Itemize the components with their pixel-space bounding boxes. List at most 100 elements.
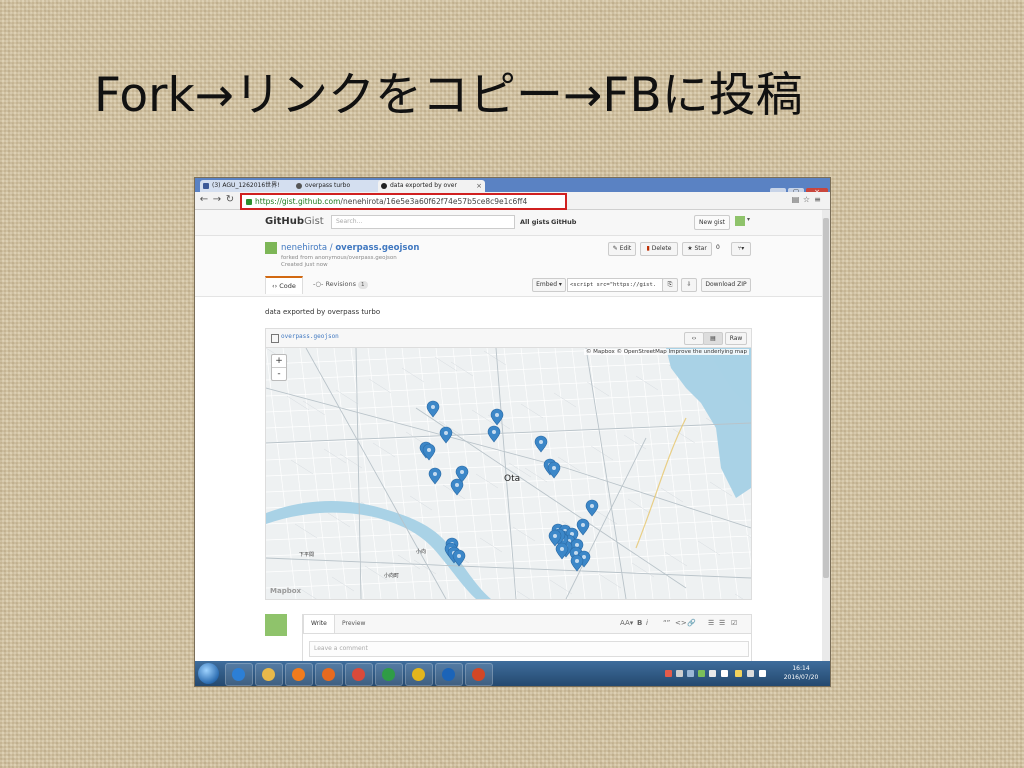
link-icon[interactable]: 🔗: [687, 619, 696, 627]
windows-taskbar: 16:14 2016/07/20: [195, 661, 830, 686]
map-city-label: Ota: [504, 474, 521, 484]
raw-button[interactable]: Raw: [725, 332, 747, 345]
forward-icon[interactable]: →: [211, 194, 223, 206]
desktop-button[interactable]: ⇩: [681, 278, 697, 292]
forked-from-text[interactable]: forked from anonymous/overpass.geojson: [281, 255, 397, 261]
zoom-out-button[interactable]: -: [272, 368, 286, 380]
comment-tabs: Write Preview AA▾ B i “” <> 🔗 ☰ ☰ ☑: [303, 615, 751, 634]
taskbar-firefox-icon[interactable]: [315, 663, 343, 686]
reload-icon[interactable]: ↻: [224, 194, 236, 206]
embed-dropdown[interactable]: Embed ▾: [532, 278, 566, 292]
back-icon[interactable]: ←: [198, 194, 210, 206]
italic-icon[interactable]: i: [646, 619, 648, 627]
taskbar-chrome-icon[interactable]: [405, 663, 433, 686]
close-icon[interactable]: ×: [476, 180, 482, 192]
taskbar-chrome-icon[interactable]: [345, 663, 373, 686]
page-scrollbar[interactable]: [822, 210, 830, 661]
search-input[interactable]: Search...: [331, 215, 515, 229]
github-gist-logo[interactable]: GitHubGist: [265, 216, 324, 227]
zoom-control: + -: [271, 354, 287, 381]
lock-icon: [246, 199, 252, 205]
comment-textarea[interactable]: Leave a comment: [309, 641, 749, 657]
menu-icon[interactable]: ≡: [813, 195, 822, 204]
tab-write[interactable]: Write: [303, 615, 335, 633]
source-view-button[interactable]: ‹›: [684, 332, 704, 345]
facebook-icon: [203, 183, 209, 189]
volume-icon[interactable]: [759, 670, 766, 677]
tray-icon[interactable]: [698, 670, 705, 677]
file-name-link[interactable]: overpass.geojson: [281, 333, 339, 340]
url-path: /nenehirota/16e5e3a60f62f74e57b5ce8c9e1c…: [340, 197, 528, 206]
scrollbar-thumb[interactable]: [823, 218, 829, 578]
map-marker-dot: [539, 440, 543, 444]
browser-tab-overpass[interactable]: overpass turbo ×: [293, 180, 387, 192]
tray-icon[interactable]: [735, 670, 742, 677]
browser-toolbar: ← → ↻ https://gist.github.com/nenehirota…: [195, 192, 830, 210]
code-icon[interactable]: <>: [675, 619, 687, 627]
tray-icon[interactable]: [687, 670, 694, 677]
text-size-icon[interactable]: AA▾: [620, 619, 633, 627]
github-link[interactable]: GitHub: [551, 218, 576, 226]
tray-icon[interactable]: [665, 670, 672, 677]
map-marker-dot: [552, 466, 556, 470]
address-bar[interactable]: https://gist.github.com/nenehirota/16e5e…: [240, 193, 567, 210]
taskbar-media-player-icon[interactable]: [285, 663, 313, 686]
map-place-label: 小向: [416, 549, 427, 555]
tab-revisions[interactable]: -○- Revisions 1: [307, 276, 374, 292]
map-marker-dot: [575, 559, 579, 563]
taskbar-folder-icon[interactable]: [255, 663, 283, 686]
taskbar-powerpoint-icon[interactable]: [465, 663, 493, 686]
tray-icon[interactable]: [747, 670, 754, 677]
browser-tab-facebook[interactable]: (3) AGU_1262016世界! ×: [200, 180, 302, 192]
task-list-icon[interactable]: ☑: [731, 619, 737, 627]
map-marker-dot: [574, 551, 578, 555]
tray-icon[interactable]: [709, 670, 716, 677]
embed-code-field[interactable]: <script src="https://gist.: [567, 278, 663, 292]
map-marker-dot: [455, 483, 459, 487]
map-marker-dot: [560, 547, 564, 551]
chrome-icon: [352, 668, 365, 681]
gist-name-link[interactable]: overpass.geojson: [335, 243, 419, 253]
map-attribution[interactable]: © Mapbox © OpenStreetMap Improve the und…: [583, 349, 749, 355]
gist-title: nenehirota / overpass.geojson: [281, 243, 420, 253]
map-marker-dot: [431, 405, 435, 409]
new-gist-button[interactable]: New gist: [694, 215, 730, 230]
chevron-down-icon[interactable]: ▾: [747, 216, 750, 223]
browser-tab-gist[interactable]: data exported by over ×: [378, 180, 485, 192]
ie-icon: [232, 668, 245, 681]
folder-icon: [262, 668, 275, 681]
taskbar-clock[interactable]: 16:14 2016/07/20: [780, 664, 822, 682]
map-view[interactable]: © Mapbox © OpenStreetMap Improve the und…: [266, 348, 751, 599]
tab-code[interactable]: ‹› Code: [265, 276, 303, 294]
map-place-label: 下平間: [299, 552, 315, 558]
zoom-in-button[interactable]: +: [272, 355, 286, 368]
all-gists-link[interactable]: All gists: [520, 218, 549, 226]
mapbox-logo[interactable]: Mapbox: [270, 587, 301, 595]
tab-strip: (3) AGU_1262016世界! × overpass turbo × da…: [195, 178, 830, 197]
copy-clipboard-button[interactable]: ⎘: [662, 278, 678, 292]
avatar[interactable]: [735, 216, 745, 226]
quote-icon[interactable]: “”: [663, 619, 670, 627]
bulleted-list-icon[interactable]: ☰: [708, 619, 714, 627]
owner-avatar[interactable]: [265, 242, 277, 254]
taskbar-ie-icon[interactable]: [225, 663, 253, 686]
translate-icon[interactable]: ▤: [791, 195, 800, 204]
delete-button[interactable]: ▮ Delete: [640, 242, 678, 256]
network-icon[interactable]: [721, 670, 728, 677]
tab-preview[interactable]: Preview: [335, 615, 372, 633]
numbered-list-icon[interactable]: ☰: [719, 619, 725, 627]
fork-button[interactable]: ⑂▾: [731, 242, 751, 256]
tray-icon[interactable]: [676, 670, 683, 677]
taskbar-ie-icon[interactable]: [435, 663, 463, 686]
star-button[interactable]: ★ Star: [682, 242, 712, 256]
bold-icon[interactable]: B: [637, 619, 642, 627]
windows-start-icon[interactable]: [198, 663, 219, 684]
bookmark-star-icon[interactable]: ☆: [802, 195, 811, 204]
edit-button[interactable]: ✎ Edit: [608, 242, 636, 256]
map-marker-dot: [495, 413, 499, 417]
download-zip-button[interactable]: Download ZIP: [701, 278, 751, 292]
owner-link[interactable]: nenehirota: [281, 243, 327, 253]
firefox-icon: [322, 668, 335, 681]
rendered-view-button[interactable]: ▤: [703, 332, 723, 345]
taskbar-chrome-icon[interactable]: [375, 663, 403, 686]
